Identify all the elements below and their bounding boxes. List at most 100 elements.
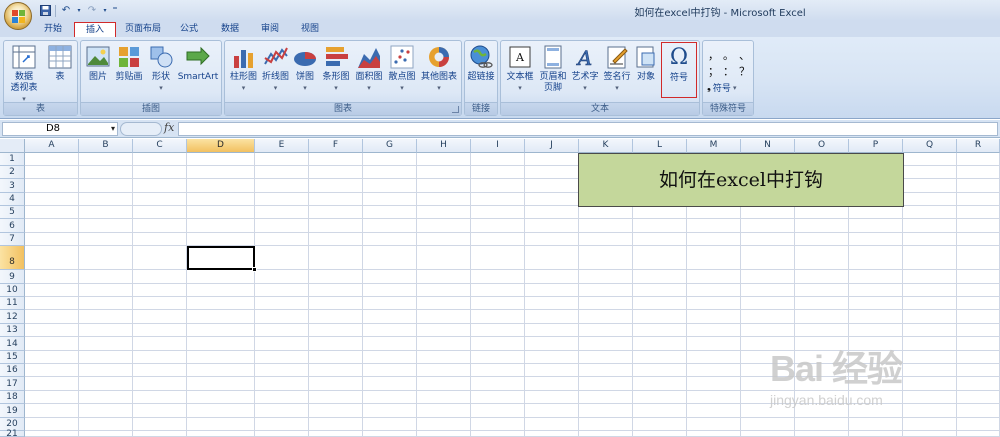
more-symbols-button[interactable]: ❟ 符号 ▾ — [707, 81, 736, 94]
scatter-chart-icon — [389, 44, 415, 70]
row-header-17[interactable]: 17 — [0, 377, 25, 391]
line-chart-button[interactable]: 折线图 ▾ — [260, 44, 291, 94]
symbol-button[interactable]: Ω 符号 — [661, 42, 697, 98]
picture-label: 图片 — [88, 72, 107, 82]
column-header-d[interactable]: D — [187, 139, 255, 153]
column-header-j[interactable]: J — [525, 139, 579, 153]
pivot-table-button[interactable]: 数据 透视表 ▾ — [7, 44, 41, 105]
office-button[interactable] — [4, 2, 32, 30]
group-tables: 数据 透视表 ▾ 表 表 — [3, 40, 78, 116]
gridline-horizontal — [25, 218, 1000, 219]
column-header-a[interactable]: A — [25, 139, 79, 153]
row-header-14[interactable]: 14 — [0, 337, 25, 351]
tab-review[interactable]: 审阅 — [253, 22, 287, 37]
group-special-symbols: ， 。 、 ； ： ？ ❟ 符号 ▾ 特殊符号 — [702, 40, 754, 116]
special-symbol-period[interactable]: 。 — [723, 47, 734, 63]
row-header-6[interactable]: 6 — [0, 219, 25, 233]
bar-chart-button[interactable]: 条形图 ▾ — [320, 44, 352, 94]
group-label-special: 特殊符号 — [703, 102, 753, 115]
column-header-n[interactable]: N — [741, 139, 795, 153]
row-header-13[interactable]: 13 — [0, 324, 25, 337]
line-chart-icon — [263, 44, 289, 70]
column-header-g[interactable]: G — [363, 139, 417, 153]
special-symbol-comma[interactable]: ， — [708, 47, 719, 63]
dialog-launcher-icon[interactable] — [452, 106, 459, 113]
note-text-box[interactable]: 如何在excel中打钩 — [578, 153, 904, 207]
comma-marker-icon: ❟ — [707, 82, 711, 93]
tab-view[interactable]: 视图 — [293, 22, 327, 37]
column-header-q[interactable]: Q — [903, 139, 957, 153]
gridline-vertical — [78, 153, 79, 437]
row-header-7[interactable]: 7 — [0, 233, 25, 246]
shapes-button[interactable]: 形状 ▾ — [147, 44, 175, 94]
scatter-chart-button[interactable]: 散点图 ▾ — [386, 44, 418, 94]
group-illustrations: 图片 剪贴画 形状 ▾ SmartArt 插图 — [80, 40, 222, 116]
textbox-button[interactable]: A 文本框 ▾ — [504, 44, 536, 94]
pie-chart-button[interactable]: 饼图 ▾ — [292, 44, 318, 94]
row-header-2[interactable]: 2 — [0, 166, 25, 179]
tab-home[interactable]: 开始 — [36, 22, 70, 37]
area-chart-button[interactable]: 面积图 ▾ — [353, 44, 385, 94]
tab-data[interactable]: 数据 — [213, 22, 247, 37]
clipart-button[interactable]: 剪贴画 — [113, 44, 145, 83]
smartart-icon — [185, 44, 211, 70]
special-symbol-question[interactable]: ？ — [739, 63, 750, 79]
special-symbol-enumeration[interactable]: 、 — [739, 47, 750, 63]
column-header-b[interactable]: B — [79, 139, 133, 153]
row-header-10[interactable]: 10 — [0, 284, 25, 297]
gridline-vertical — [470, 153, 471, 437]
formula-input[interactable] — [178, 122, 998, 136]
hyperlink-button[interactable]: 超链接 — [466, 44, 496, 83]
row-header-18[interactable]: 18 — [0, 391, 25, 404]
row-header-9[interactable]: 9 — [0, 270, 25, 284]
header-footer-button[interactable]: 页眉和 页脚 — [537, 44, 569, 94]
group-label-links: 链接 — [465, 102, 497, 115]
row-header-3[interactable]: 3 — [0, 179, 25, 193]
column-header-m[interactable]: M — [687, 139, 741, 153]
row-header-8[interactable]: 8 — [0, 246, 25, 270]
column-header-h[interactable]: H — [417, 139, 471, 153]
column-header-r[interactable]: R — [957, 139, 1000, 153]
select-all-corner[interactable] — [0, 139, 25, 153]
column-header-c[interactable]: C — [133, 139, 187, 153]
chevron-down-icon: ▾ — [400, 84, 404, 92]
column-chart-button[interactable]: 柱形图 ▾ — [228, 44, 259, 94]
chevron-down-icon[interactable]: ▾ — [111, 123, 115, 135]
object-button[interactable]: 对象 — [633, 44, 659, 83]
tab-insert[interactable]: 插入 — [74, 22, 116, 37]
wordart-button[interactable]: A 艺术字 ▾ — [569, 44, 601, 94]
fill-handle[interactable] — [252, 267, 257, 272]
special-symbol-semicolon[interactable]: ； — [708, 63, 719, 79]
row-header-1[interactable]: 1 — [0, 153, 25, 166]
column-header-f[interactable]: F — [309, 139, 363, 153]
insert-function-icon[interactable]: fx — [164, 121, 174, 134]
row-header-21[interactable]: 21 — [0, 430, 25, 437]
table-button[interactable]: 表 — [44, 44, 76, 83]
other-charts-button[interactable]: 其他图表 ▾ — [419, 44, 459, 94]
row-header-19[interactable]: 19 — [0, 404, 25, 418]
column-header-l[interactable]: L — [633, 139, 687, 153]
row-header-15[interactable]: 15 — [0, 351, 25, 364]
tab-formulas[interactable]: 公式 — [172, 22, 206, 37]
column-header-o[interactable]: O — [795, 139, 849, 153]
row-header-5[interactable]: 5 — [0, 206, 25, 219]
tab-page-layout[interactable]: 页面布局 — [120, 22, 166, 37]
row-header-16[interactable]: 16 — [0, 364, 25, 377]
column-header-i[interactable]: I — [471, 139, 525, 153]
picture-button[interactable]: 图片 — [85, 44, 111, 83]
column-header-e[interactable]: E — [255, 139, 309, 153]
row-header-12[interactable]: 12 — [0, 310, 25, 324]
row-header-4[interactable]: 4 — [0, 193, 25, 206]
formula-controls[interactable] — [120, 122, 162, 136]
wordart-label: 艺术字 — [571, 72, 599, 82]
row-header-11[interactable]: 11 — [0, 297, 25, 310]
active-cell-d8[interactable] — [187, 246, 255, 270]
signature-line-button[interactable]: 签名行 ▾ — [601, 44, 633, 94]
column-header-p[interactable]: P — [849, 139, 903, 153]
group-charts: 柱形图 ▾ 折线图 ▾ 饼图 ▾ 条形图 ▾ 面积图 ▾ 散点图 ▾ 其他图表 … — [224, 40, 462, 116]
smartart-button[interactable]: SmartArt — [177, 44, 219, 83]
special-symbol-colon[interactable]: ： — [723, 63, 734, 79]
shapes-label: 形状 — [151, 72, 170, 82]
column-header-k[interactable]: K — [579, 139, 633, 153]
name-box[interactable]: D8 ▾ — [2, 122, 118, 136]
